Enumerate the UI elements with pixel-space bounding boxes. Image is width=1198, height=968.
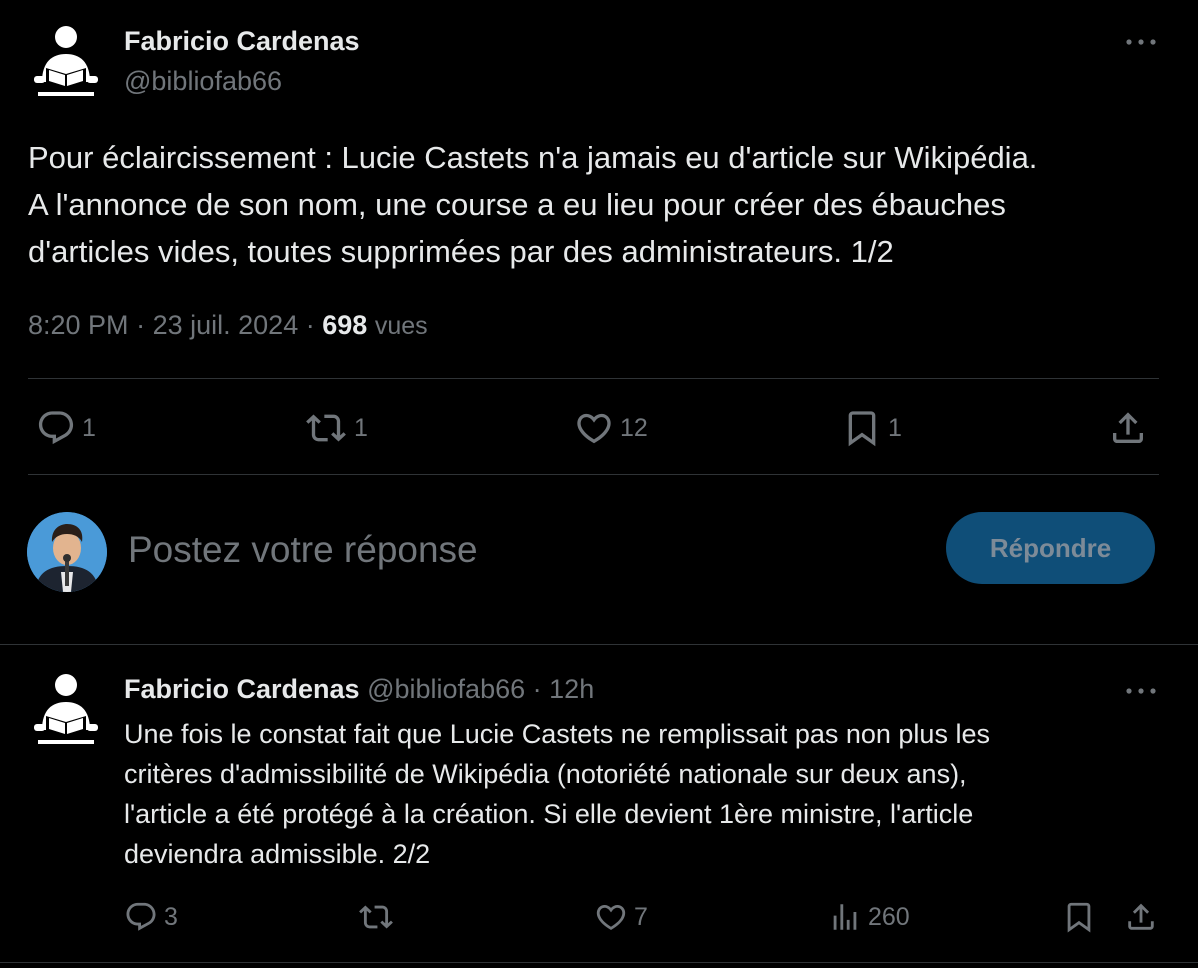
reader-avatar-icon[interactable] [32,672,100,746]
author-handle[interactable]: @bibliofab66 [367,674,525,704]
reply-input[interactable] [128,522,908,578]
tweet-text: Pour éclaircissement : Lucie Castets n'a… [28,140,1038,269]
views-count: 698 [322,310,368,340]
tweet-date[interactable]: 23 juil. 2024 [153,310,299,340]
share-icon [1124,900,1158,934]
bookmark-action[interactable]: 1 [842,408,902,448]
like-action[interactable]: 7 [594,900,648,934]
views-action[interactable]: 260 [828,900,910,934]
share-action[interactable] [1108,408,1148,448]
author-name[interactable]: Fabricio Cardenas [124,674,360,704]
reply-action[interactable]: 1 [36,408,96,448]
reply-button[interactable]: Répondre [946,512,1155,584]
tweet-time[interactable]: 12h [549,674,594,704]
reply-count: 3 [164,902,178,931]
like-count: 12 [620,413,648,442]
author-name[interactable]: Fabricio Cardenas [124,26,360,57]
more-icon[interactable] [1124,679,1158,703]
tweet-text: Une fois le constat fait que Lucie Caste… [124,719,990,869]
views-icon [828,900,862,934]
tweet-time[interactable]: 8:20 PM [28,310,129,340]
meta-separator: · [305,310,315,340]
bookmark-action[interactable] [1062,900,1096,934]
reply-action[interactable]: 3 [124,900,178,934]
meta-separator: · [136,310,146,340]
bookmark-icon [1062,900,1096,934]
user-avatar[interactable] [27,512,107,592]
like-count: 7 [634,902,648,931]
like-icon [574,408,614,448]
more-icon[interactable] [1124,30,1158,54]
tweet-header: Fabricio Cardenas @bibliofab66 · 12h [124,674,594,705]
reply-icon [36,408,76,448]
repost-count: 1 [354,413,368,442]
author-handle[interactable]: @bibliofab66 [124,66,282,97]
repost-icon [358,900,394,934]
repost-action[interactable] [358,900,400,934]
views-count: 260 [868,902,910,931]
bookmark-icon [842,408,882,448]
views-label: vues [374,312,428,340]
reply-count: 1 [82,413,96,442]
reply-icon [124,900,158,934]
reader-avatar-icon[interactable] [32,24,100,98]
bookmark-count: 1 [888,413,902,442]
divider [28,474,1159,475]
repost-action[interactable]: 1 [304,408,368,448]
like-icon [594,900,628,934]
share-icon [1108,408,1148,448]
share-action[interactable] [1124,900,1158,934]
divider [28,378,1159,379]
header-separator: · [532,674,542,704]
repost-icon [304,408,348,448]
tweet-meta: 8:20 PM · 23 juil. 2024 · 698 vues [28,310,428,341]
divider [0,644,1198,645]
divider [0,962,1198,963]
like-action[interactable]: 12 [574,408,648,448]
